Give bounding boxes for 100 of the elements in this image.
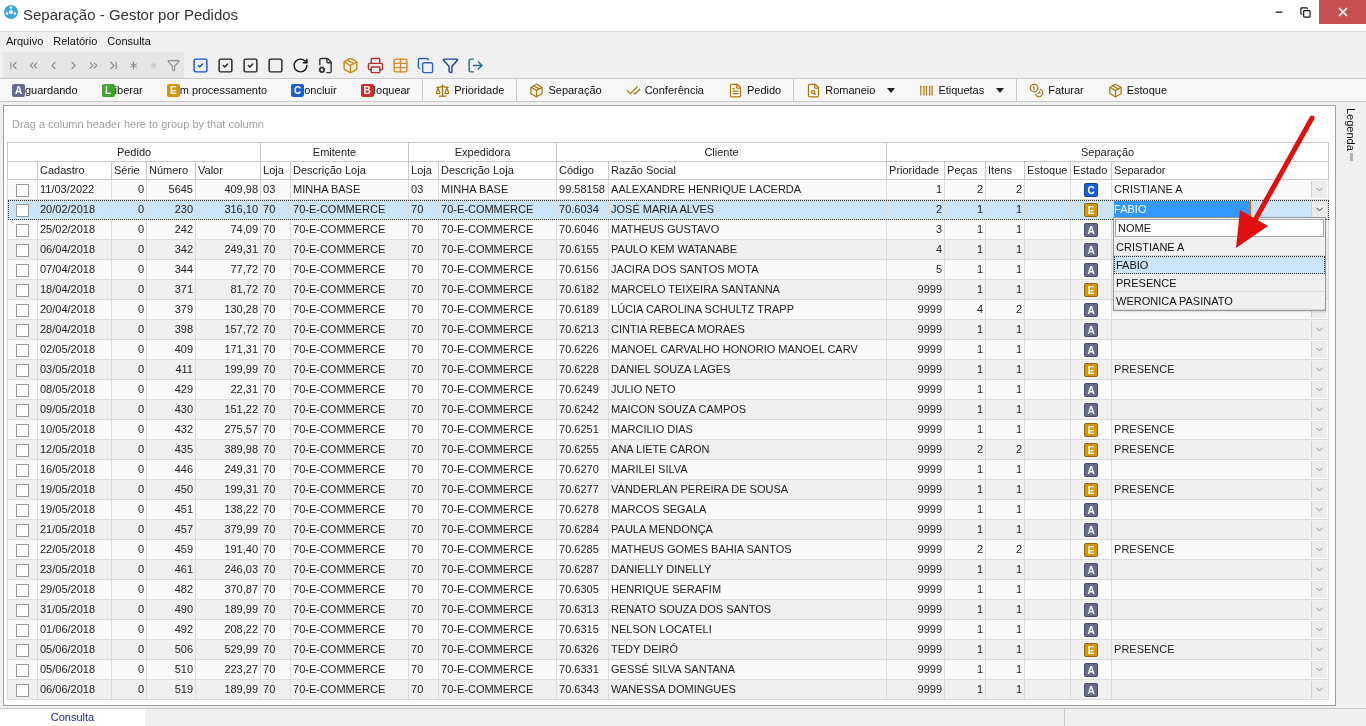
toolbar-button[interactable]: E m processamento bbox=[162, 80, 272, 100]
table-row[interactable]: 23/05/2018 0 461 246,03 70 70-E-COMMERCE 70 70-E-COMMERCE 70.6287 DANIELLY DINELLY 9999 1 1 A bbox=[7, 559, 1329, 580]
row-checkbox[interactable] bbox=[16, 343, 29, 357]
row-checkbox[interactable] bbox=[16, 683, 29, 697]
side-tab[interactable]: Legenda bbox=[1342, 108, 1360, 706]
column-header[interactable]: Peças bbox=[944, 161, 986, 180]
dropdown-button[interactable] bbox=[1311, 181, 1328, 198]
row-checkbox[interactable] bbox=[16, 603, 29, 617]
funnel-icon[interactable] bbox=[167, 58, 180, 72]
table-row[interactable]: 08/05/2018 0 429 22,31 70 70-E-COMMERCE 70 70-E-COMMERCE 70.6249 JULIO NETO 9999 1 1 A bbox=[7, 379, 1329, 400]
toolbar-button[interactable]: L iberar bbox=[97, 80, 147, 100]
table-row[interactable]: 02/05/2018 0 409 171,31 70 70-E-COMMERCE 70 70-E-COMMERCE 70.6226 MANOEL CARVALHO HONORIO MANOEL CARV 9999 1 1 A bbox=[7, 339, 1329, 360]
table-row[interactable]: 28/04/2018 0 398 157,72 70 70-E-COMMERCE 70 70-E-COMMERCE 70.6213 CINTIA REBECA MORAES 9999 1 1 A bbox=[7, 319, 1329, 340]
document-gear-icon[interactable] bbox=[317, 56, 334, 74]
row-checkbox[interactable] bbox=[16, 243, 29, 257]
row-checkbox[interactable] bbox=[16, 463, 29, 477]
dropdown-option[interactable]: FABIO bbox=[1114, 256, 1325, 274]
dropdown-button[interactable] bbox=[1311, 521, 1328, 538]
toolbar-button[interactable]: Conferência bbox=[621, 80, 708, 100]
dropdown-button[interactable] bbox=[1311, 581, 1328, 598]
refresh-icon[interactable] bbox=[292, 56, 309, 74]
row-checkbox[interactable] bbox=[16, 423, 29, 437]
dropdown-button[interactable] bbox=[1311, 621, 1328, 638]
column-header[interactable]: Código bbox=[556, 161, 609, 180]
table-row[interactable]: 19/05/2018 0 451 138,22 70 70-E-COMMERCE 70 70-E-COMMERCE 70.6278 MARCOS SEGALA 9999 1 1 A bbox=[7, 499, 1329, 520]
row-checkbox[interactable] bbox=[16, 543, 29, 557]
row-checkbox[interactable] bbox=[16, 443, 29, 457]
filter-icon[interactable] bbox=[442, 56, 459, 74]
table-row[interactable]: 03/05/2018 0 411 199,99 70 70-E-COMMERCE 70 70-E-COMMERCE 70.6228 DANIEL SOUZA LAGES 9999 1 1 E PRESENCE bbox=[7, 359, 1329, 380]
toolbar-button[interactable]: Romaneio bbox=[802, 80, 900, 100]
table-row[interactable]: 12/05/2018 0 435 389,98 70 70-E-COMMERCE 70 70-E-COMMERCE 70.6255 ANA LIETE CARON 9999 2 2 E PRESENCE bbox=[7, 439, 1329, 460]
column-header[interactable]: Estado bbox=[1070, 161, 1112, 180]
table-row[interactable]: 05/06/2018 0 506 529,99 70 70-E-COMMERCE 70 70-E-COMMERCE 70.6326 TEDY DEIRÓ 9999 1 1 E PRESENCE bbox=[7, 639, 1329, 660]
dropdown-option[interactable]: PRESENCE bbox=[1114, 274, 1325, 292]
row-checkbox[interactable] bbox=[16, 223, 29, 237]
dropdown-button[interactable] bbox=[1311, 361, 1328, 378]
table-row[interactable]: 16/05/2018 0 446 249,31 70 70-E-COMMERCE 70 70-E-COMMERCE 70.6270 MARILEI SILVA 9999 1 1 A bbox=[7, 459, 1329, 480]
column-header[interactable]: Prioridade bbox=[886, 161, 945, 180]
dropdown-button[interactable] bbox=[1311, 501, 1328, 518]
row-checkbox[interactable] bbox=[16, 663, 29, 677]
row-checkbox[interactable] bbox=[16, 363, 29, 377]
dropdown-button[interactable] bbox=[1311, 641, 1328, 658]
row-checkbox[interactable] bbox=[16, 583, 29, 597]
table-row[interactable]: 09/05/2018 0 430 151,22 70 70-E-COMMERCE 70 70-E-COMMERCE 70.6242 MAICON SOUZA CAMPOS 9999 1 1 A bbox=[7, 399, 1329, 420]
row-checkbox[interactable] bbox=[16, 643, 29, 657]
dropdown-button[interactable] bbox=[1311, 341, 1328, 358]
table-row[interactable]: 19/05/2018 0 450 199,31 70 70-E-COMMERCE 70 70-E-COMMERCE 70.6277 VANDERLAN PEREIRA DE SOUSA 9999 1 1 E PRESENCE bbox=[7, 479, 1329, 500]
row-checkbox[interactable] bbox=[16, 303, 29, 317]
dropdown-button[interactable] bbox=[1311, 401, 1328, 418]
row-checkbox[interactable] bbox=[16, 263, 29, 277]
window-check-icon[interactable] bbox=[192, 56, 209, 74]
column-header[interactable]: Itens bbox=[985, 161, 1025, 180]
column-header[interactable]: Estoque bbox=[1024, 161, 1071, 180]
printer-icon[interactable] bbox=[367, 56, 384, 74]
dropdown-button[interactable] bbox=[1311, 661, 1328, 678]
toolbar-button[interactable]: C oncluir bbox=[287, 80, 341, 100]
menu-item[interactable]: Consulta bbox=[107, 32, 151, 50]
table-row[interactable]: 11/03/2022 0 5645 409,98 03 MINHA BASE 03 MINHA BASE 99.58158 AALEXANDRE HENRIQUE LACERDA 1 2 2 C CRISTIANE A bbox=[7, 179, 1329, 200]
row-checkbox[interactable] bbox=[16, 503, 29, 517]
toolbar-button[interactable]: B loquear bbox=[356, 80, 415, 100]
dropdown-button[interactable] bbox=[1311, 541, 1328, 558]
menu-item[interactable]: Relatório bbox=[53, 32, 98, 50]
table-row[interactable]: 21/05/2018 0 457 379,99 70 70-E-COMMERCE 70 70-E-COMMERCE 70.6284 PAULA MENDONÇA 9999 1 1 A bbox=[7, 519, 1329, 540]
row-checkbox[interactable] bbox=[16, 183, 29, 197]
column-header[interactable]: Razão Social bbox=[608, 161, 887, 180]
toolbar-button[interactable]: Faturar bbox=[1025, 80, 1088, 100]
row-checkbox[interactable] bbox=[16, 523, 29, 537]
column-header[interactable]: Número bbox=[146, 161, 196, 180]
package-icon[interactable] bbox=[342, 56, 359, 74]
column-header[interactable]: Série bbox=[111, 161, 147, 180]
toolbar-button[interactable]: Prioridade bbox=[431, 80, 509, 100]
dropdown-button[interactable] bbox=[1311, 561, 1328, 578]
table-row[interactable]: 29/05/2018 0 482 370,87 70 70-E-COMMERCE 70 70-E-COMMERCE 70.6305 HENRIQUE SERAFIM 9999 1 1 A bbox=[7, 579, 1329, 600]
column-header[interactable]: Loja bbox=[408, 161, 439, 180]
toolbar-button[interactable]: Estoque bbox=[1103, 80, 1172, 100]
dropdown-button[interactable] bbox=[1311, 441, 1328, 458]
toolbar-button[interactable]: Etiquetas bbox=[915, 80, 1009, 100]
row-checkbox[interactable] bbox=[16, 283, 29, 297]
table-row[interactable]: 31/05/2018 0 490 189,99 70 70-E-COMMERCE 70 70-E-COMMERCE 70.6313 RENATO SOUZA DOS SANTOS 9999 1 1 A bbox=[7, 599, 1329, 620]
exit-icon[interactable] bbox=[467, 56, 484, 74]
column-header[interactable]: Loja bbox=[260, 161, 291, 180]
square-icon[interactable] bbox=[267, 56, 284, 74]
dropdown-button[interactable] bbox=[1311, 421, 1328, 438]
dropdown-button[interactable] bbox=[1311, 461, 1328, 478]
row-checkbox[interactable] bbox=[16, 203, 29, 217]
column-header[interactable]: Descrição Loja bbox=[438, 161, 557, 180]
table-row[interactable]: 05/06/2018 0 510 223,27 70 70-E-COMMERCE 70 70-E-COMMERCE 70.6331 GESSÉ SILVA SANTANA 9999 1 1 A bbox=[7, 659, 1329, 680]
toolbar-button[interactable]: Pedido bbox=[723, 80, 786, 100]
row-checkbox[interactable] bbox=[16, 323, 29, 337]
table-icon[interactable] bbox=[392, 56, 409, 74]
column-header[interactable]: Valor bbox=[195, 161, 261, 180]
checkbox-icon[interactable] bbox=[242, 56, 259, 74]
dropdown-button[interactable] bbox=[1311, 601, 1328, 618]
table-row[interactable]: 22/05/2018 0 459 191,40 70 70-E-COMMERCE 70 70-E-COMMERCE 70.6285 MATHEUS GOMES BAHIA SANTOS 9999 2 2 E PRESENCE bbox=[7, 539, 1329, 560]
dropdown-button[interactable] bbox=[1311, 681, 1328, 698]
row-checkbox[interactable] bbox=[16, 403, 29, 417]
table-row[interactable]: 06/06/2018 0 519 189,99 70 70-E-COMMERCE 70 70-E-COMMERCE 70.6343 WANESSA DOMINGUES 9999 1 1 A bbox=[7, 679, 1329, 700]
column-header[interactable]: Cadastro bbox=[37, 161, 112, 180]
checkbox-icon[interactable] bbox=[217, 56, 234, 74]
bottom-tab[interactable]: Consulta bbox=[0, 709, 145, 726]
